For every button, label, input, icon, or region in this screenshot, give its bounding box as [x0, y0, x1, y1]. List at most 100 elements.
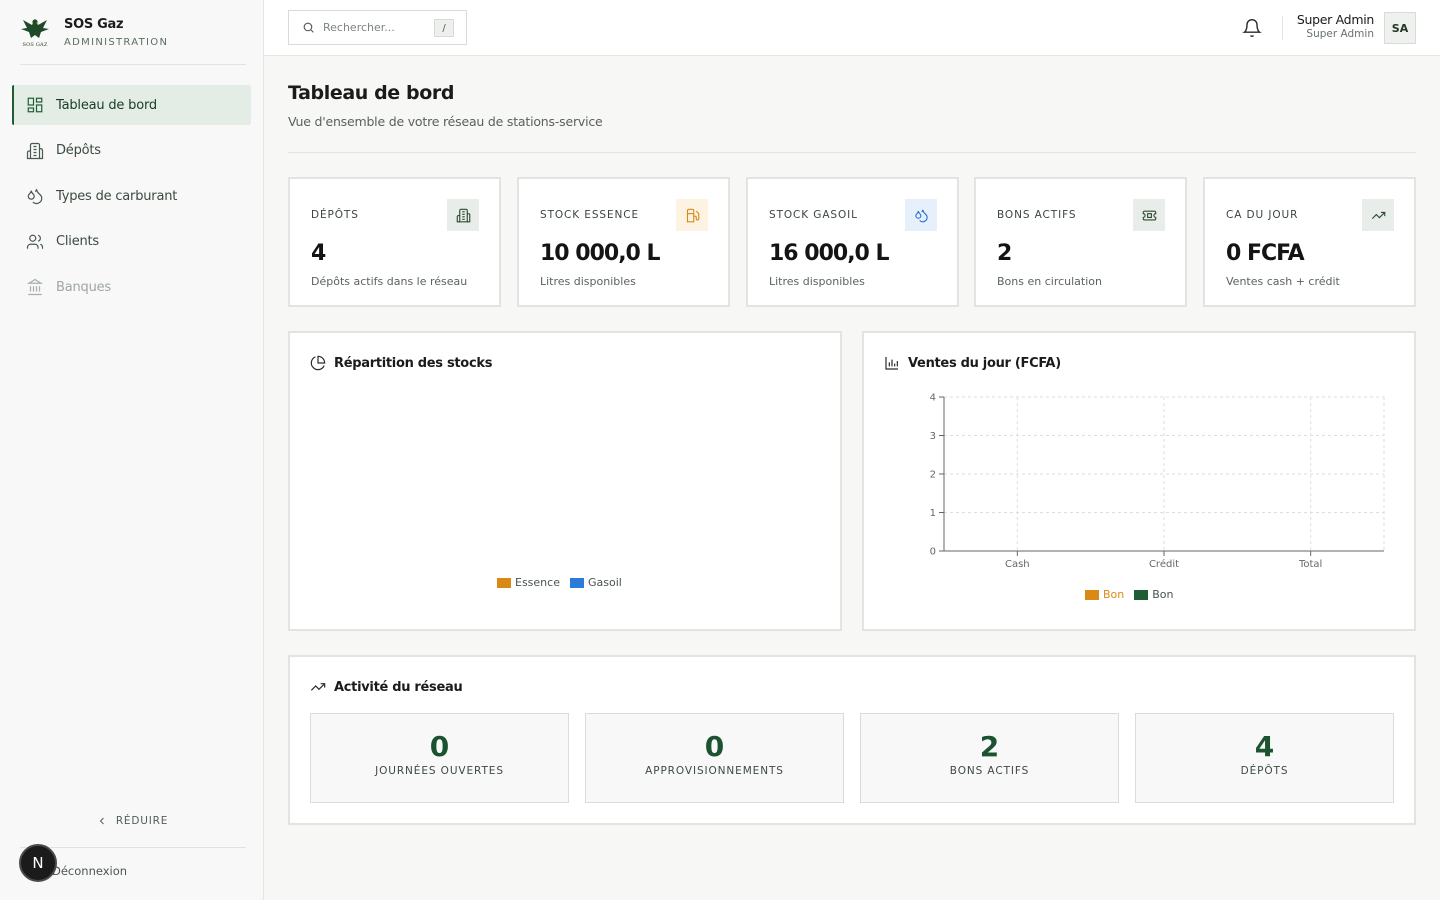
- activity-label: APPROVISIONNEMENTS: [645, 765, 784, 777]
- sidebar-item-label: Clients: [56, 234, 100, 249]
- sales-bar-chart: 0 1 2 3 4 Cash Crédit Total: [930, 393, 1385, 570]
- brand-name: SOS Gaz: [64, 17, 124, 32]
- stat-icon-box: [1362, 199, 1394, 231]
- stat-description: Litres disponibles: [769, 275, 865, 288]
- fuel-pump-icon: [686, 208, 699, 222]
- y-tick-label: 0: [930, 547, 936, 558]
- y-tick-label: 1: [930, 508, 936, 519]
- stat-label: STOCK GASOIL: [769, 209, 858, 221]
- legend-item-gasoil[interactable]: Gasoil: [569, 576, 622, 589]
- stat-description: Litres disponibles: [540, 275, 636, 288]
- legend-item-bon[interactable]: Bon: [1085, 588, 1124, 601]
- card-title: Ventes du jour (FCFA): [908, 355, 1061, 371]
- chevron-left-icon: [99, 817, 104, 825]
- avatar[interactable]: SA: [1384, 12, 1416, 44]
- logout-button[interactable]: Déconnexion: [52, 864, 127, 878]
- x-tick-label: Cash: [1005, 559, 1030, 570]
- card-title: Répartition des stocks: [334, 355, 493, 371]
- sidebar-item-depots[interactable]: Dépôts: [12, 131, 251, 171]
- header-divider: [1282, 16, 1283, 40]
- sidebar-item-clients[interactable]: Clients: [12, 222, 251, 262]
- activity-label: BONS ACTIFS: [949, 765, 1030, 777]
- stat-card-stock-essence: STOCK ESSENCE 10 000,0 L Litres disponib…: [517, 177, 730, 307]
- stat-label: STOCK ESSENCE: [540, 209, 640, 221]
- page-title: Tableau de bord: [288, 82, 455, 104]
- sidebar-divider: [20, 847, 246, 848]
- stat-label: BONS ACTIFS: [997, 209, 1077, 221]
- page-subtitle: Vue d'ensemble de votre réseau de statio…: [288, 114, 603, 129]
- droplets-icon: [914, 209, 928, 222]
- sidebar-item-label: Banques: [56, 279, 111, 295]
- sidebar-item-banques[interactable]: Banques: [12, 267, 251, 307]
- y-tick-label: 2: [930, 470, 936, 481]
- sidebar-nav: Tableau de bord Dépôts Types de carburan…: [12, 85, 251, 313]
- stat-value: 10 000,0 L: [540, 241, 661, 266]
- brand[interactable]: SOS GAZ SOS Gaz ADMINISTRATION: [20, 14, 246, 65]
- dev-tools-badge[interactable]: N: [19, 844, 57, 882]
- activity-depots: 4 DÉPÔTS: [1135, 713, 1394, 803]
- stat-value: 4: [311, 241, 326, 266]
- stat-description: Bons en circulation: [997, 275, 1102, 288]
- building-icon: [26, 142, 44, 159]
- stat-description: Ventes cash + crédit: [1226, 275, 1340, 288]
- stat-icon-box: [676, 199, 708, 231]
- user-info[interactable]: Super Admin Super Admin: [1297, 12, 1374, 40]
- sales-legend: Bon Bon: [1085, 588, 1184, 601]
- stat-card-stock-gasoil: STOCK GASOIL 16 000,0 L Litres disponibl…: [746, 177, 959, 307]
- activity-value: 0: [429, 730, 450, 763]
- sidebar-item-types-de-carburant[interactable]: Types de carburant: [12, 176, 251, 216]
- activity-value: 0: [704, 730, 725, 763]
- sidebar: SOS GAZ SOS Gaz ADMINISTRATION Tableau d…: [0, 0, 264, 900]
- activity-label: JOURNÉES OUVERTES: [375, 765, 504, 777]
- page-divider: [288, 152, 1416, 153]
- collapse-sidebar-button[interactable]: RÉDUIRE: [0, 815, 264, 827]
- card-title: Activité du réseau: [334, 679, 463, 695]
- sidebar-item-label: Types de carburant: [56, 188, 178, 204]
- brand-subtitle: ADMINISTRATION: [64, 37, 169, 48]
- building-icon: [456, 208, 470, 222]
- legend-item-bon[interactable]: Bon: [1134, 588, 1174, 601]
- droplets-icon: [27, 189, 43, 205]
- stock-distribution-card: Répartition des stocks Essence Gasoil: [288, 331, 842, 631]
- user-name: Super Admin: [1296, 12, 1374, 27]
- activity-label: DÉPÔTS: [1240, 765, 1289, 777]
- bank-icon: [26, 278, 44, 296]
- stat-label: CA DU JOUR: [1226, 209, 1299, 221]
- network-activity-card: Activité du réseau 0 JOURNÉES OUVERTES 0…: [288, 655, 1416, 825]
- stat-card-bons-actifs: BONS ACTIFS 2 Bons en circulation: [974, 177, 1187, 307]
- stat-value: 2: [997, 241, 1012, 266]
- dashboard-icon: [27, 97, 43, 113]
- x-tick-label: Crédit: [1149, 558, 1179, 570]
- user-role: Super Admin: [1306, 28, 1374, 40]
- stat-icon-box: [1133, 199, 1165, 231]
- search-icon: [303, 22, 314, 33]
- legend-item-essence[interactable]: Essence: [497, 576, 560, 589]
- sidebar-item-tableau-de-bord[interactable]: Tableau de bord: [12, 85, 251, 125]
- x-tick-label: Total: [1298, 559, 1322, 570]
- bar-chart-icon: [885, 357, 898, 370]
- activity-value: 4: [1254, 730, 1275, 763]
- users-icon: [26, 234, 44, 249]
- sidebar-item-label: Dépôts: [56, 143, 101, 158]
- top-header: / Super Admin Super Admin SA: [264, 0, 1440, 56]
- search-box[interactable]: /: [288, 10, 467, 45]
- search-input[interactable]: [323, 21, 428, 34]
- bell-icon[interactable]: [1242, 18, 1262, 38]
- trending-up-icon: [310, 683, 326, 691]
- y-tick-label: 4: [930, 393, 936, 404]
- pie-chart-icon: [310, 355, 326, 371]
- stat-card-depots: DÉPÔTS 4 Dépôts actifs dans le réseau: [288, 177, 501, 307]
- stat-value: 16 000,0 L: [769, 241, 890, 266]
- sales-chart-card: Ventes du jour (FCFA) 0 1 2 3 4 Cash Crédit Tot…: [862, 331, 1416, 631]
- stat-label: DÉPÔTS: [311, 209, 359, 221]
- stat-card-ca-du-jour: CA DU JOUR 0 FCFA Ventes cash + crédit: [1203, 177, 1416, 307]
- search-shortcut-key: /: [434, 19, 454, 37]
- trending-up-icon: [1371, 211, 1385, 219]
- stat-icon-box: [447, 199, 479, 231]
- stat-description: Dépôts actifs dans le réseau: [311, 275, 468, 288]
- ticket-icon: [1142, 210, 1156, 220]
- activity-journees-ouvertes: 0 JOURNÉES OUVERTES: [310, 713, 569, 803]
- stat-icon-box: [905, 199, 937, 231]
- activity-approvisionnements: 0 APPROVISIONNEMENTS: [585, 713, 844, 803]
- activity-bons-actifs: 2 BONS ACTIFS: [860, 713, 1119, 803]
